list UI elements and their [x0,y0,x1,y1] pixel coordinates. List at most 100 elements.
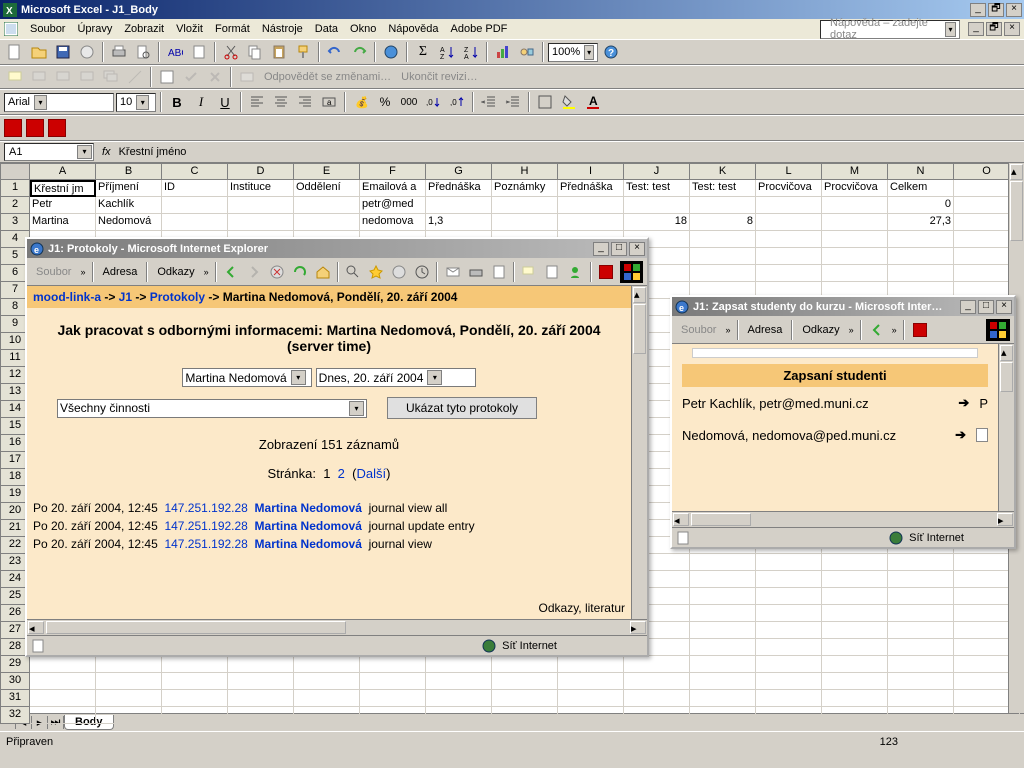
print-icon[interactable] [465,261,486,283]
cell[interactable] [756,571,822,588]
save-icon[interactable] [52,41,74,63]
cell[interactable]: Poznámky [492,180,558,197]
minimize-button[interactable]: _ [960,300,976,314]
cell[interactable] [822,605,888,622]
name-box[interactable]: A1 ▾ [4,143,94,161]
help-icon[interactable]: ? [600,41,622,63]
col-header[interactable]: E [294,163,360,180]
edit-icon[interactable] [488,261,509,283]
media-icon[interactable] [389,261,410,283]
cell[interactable] [360,673,426,690]
percent-icon[interactable]: % [374,91,396,113]
maximize-button[interactable]: □ [611,242,627,256]
italic-icon[interactable]: I [190,91,212,113]
fill-color-icon[interactable] [558,91,580,113]
comment-icon[interactable] [4,66,26,88]
cell[interactable] [822,588,888,605]
home-icon[interactable] [312,261,333,283]
cell[interactable] [756,231,822,248]
col-header[interactable]: C [162,163,228,180]
pdf-convert-email-icon[interactable] [26,119,44,137]
forward-icon[interactable] [244,261,265,283]
cut-icon[interactable] [220,41,242,63]
cell[interactable] [822,656,888,673]
font-color-icon[interactable]: A [582,91,604,113]
cell[interactable] [690,707,756,724]
cell[interactable]: Přednáška [426,180,492,197]
increase-decimal-icon[interactable]: ,0 [422,91,444,113]
zoom-combo[interactable]: 100% ▾ [548,43,598,62]
cell[interactable] [294,707,360,724]
back-icon[interactable] [866,319,888,341]
cell[interactable] [690,656,756,673]
cell[interactable] [888,605,954,622]
cell[interactable] [690,554,756,571]
doc-close-button[interactable]: × [1004,22,1020,36]
cell[interactable] [690,248,756,265]
drawing-icon[interactable] [516,41,538,63]
row-header[interactable]: 2 [0,197,30,214]
sort-desc-icon[interactable]: ZA [460,41,482,63]
menu-napoveda[interactable]: Nápověda [382,21,444,37]
cell[interactable]: 0 [888,197,954,214]
doc-restore-button[interactable]: 🗗 [986,22,1002,36]
close-button[interactable]: × [1006,3,1022,17]
menu-soubor[interactable]: Soubor [24,21,71,37]
cell[interactable] [228,673,294,690]
cell[interactable]: Přednáška [558,180,624,197]
ip-link[interactable]: 147.251.192.28 [164,519,247,533]
cell[interactable] [690,265,756,282]
ie-menu-odkazy[interactable]: Odkazy [797,321,844,339]
accept-change-icon[interactable] [180,66,202,88]
cell[interactable]: 8 [690,214,756,231]
spelling-icon[interactable]: ABC [164,41,186,63]
align-left-icon[interactable] [246,91,268,113]
formula-value[interactable]: Křestní jméno [119,146,187,158]
col-header[interactable]: J [624,163,690,180]
date-select[interactable]: Dnes, 20. září 2004▾ [316,368,476,387]
pdf-convert-icon[interactable] [4,119,22,137]
cell[interactable] [822,554,888,571]
cell[interactable] [360,656,426,673]
cell[interactable] [756,265,822,282]
cell[interactable] [888,673,954,690]
cell[interactable] [756,656,822,673]
next-link[interactable]: Další [356,466,386,481]
sort-asc-icon[interactable]: AZ [436,41,458,63]
cell[interactable] [822,265,888,282]
font-name-combo[interactable]: Arial ▾ [4,93,114,112]
cell[interactable] [426,673,492,690]
cell[interactable]: 27,3 [888,214,954,231]
cell[interactable] [162,656,228,673]
currency-icon[interactable]: 💰 [350,91,372,113]
row-header[interactable]: 1 [0,180,30,197]
user-select[interactable]: Martina Nedomová▾ [182,368,312,387]
autosum-icon[interactable]: Σ [412,41,434,63]
align-center-icon[interactable] [270,91,292,113]
cell[interactable]: Oddělení [294,180,360,197]
cell[interactable] [558,707,624,724]
row-header[interactable]: 30 [0,673,30,690]
cell[interactable]: 1,3 [426,214,492,231]
cell[interactable]: Příjmení [96,180,162,197]
cell[interactable] [558,214,624,231]
print-preview-icon[interactable] [132,41,154,63]
help-search[interactable]: Nápověda – zadejte dotaz ▾ [820,20,960,39]
pdf-icon[interactable] [909,319,931,341]
menu-upravy[interactable]: Úpravy [71,21,118,37]
page-link[interactable]: 2 [338,466,345,481]
thousands-icon[interactable]: 000 [398,91,420,113]
mail-icon[interactable] [442,261,463,283]
dropdown-arrow-icon[interactable]: ▾ [427,370,442,385]
ie-protokoly-window[interactable]: e J1: Protokoly - Microsoft Internet Exp… [25,237,649,657]
cell[interactable] [888,690,954,707]
discuss-icon[interactable] [519,261,540,283]
cell[interactable] [822,231,888,248]
increase-indent-icon[interactable] [502,91,524,113]
close-button[interactable]: × [996,300,1012,314]
menu-nastroje[interactable]: Nástroje [256,21,309,37]
cell[interactable] [426,690,492,707]
pdf-convert-review-icon[interactable] [48,119,66,137]
col-header[interactable]: I [558,163,624,180]
vertical-scrollbar[interactable]: ▴ [998,344,1014,511]
